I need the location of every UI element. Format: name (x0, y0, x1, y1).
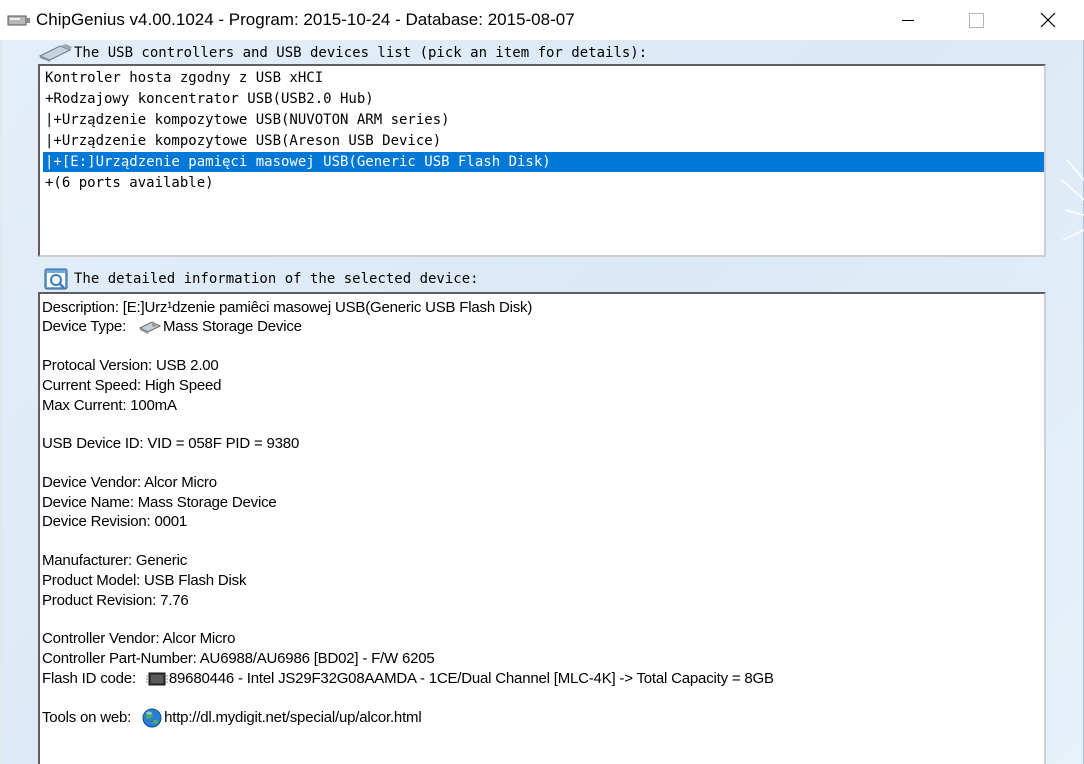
minimize-button[interactable] (885, 0, 931, 40)
controller-vendor-line: Controller Vendor: Alcor Micro (42, 630, 236, 647)
tools-on-web-line: Tools on web: http://dl.mydigit.net/spec… (42, 707, 422, 728)
list-item[interactable]: |+Urządzenie kompozytowe USB(NUVOTON ARM… (43, 110, 1044, 130)
device-type-value: Mass Storage Device (163, 318, 302, 335)
window-left-edge (0, 40, 2, 764)
list-item[interactable]: +Rodzajowy koncentrator USB(USB2.0 Hub) (43, 89, 1044, 109)
list-item[interactable]: +(6 ports available) (43, 173, 1044, 193)
description-line: Description: [E:]Urz¹dzenie pamiêci maso… (42, 299, 533, 316)
tools-link[interactable]: http://dl.mydigit.net/special/up/alcor.h… (164, 709, 422, 726)
close-button[interactable] (1025, 0, 1071, 40)
chip-icon (145, 672, 168, 686)
device-details[interactable]: Description: [E:]Urz¹dzenie pamiêci maso… (38, 292, 1046, 764)
mass-storage-icon (138, 321, 162, 335)
list-item-selected[interactable]: |+[E:]Urządzenie pamięci masowej USB(Gen… (43, 152, 1044, 172)
device-type-label: Device Type: (42, 318, 127, 335)
maximize-button[interactable] (955, 0, 1001, 40)
product-model-line: Product Model: USB Flash Disk (42, 572, 247, 589)
device-list[interactable]: Kontroler hosta zgodny z USB xHCI +Rodza… (38, 64, 1046, 257)
list-item[interactable]: Kontroler hosta zgodny z USB xHCI (43, 68, 1044, 88)
device-revision-line: Device Revision: 0001 (42, 513, 188, 530)
device-vendor-line: Device Vendor: Alcor Micro (42, 474, 217, 491)
window-title: ChipGenius v4.00.1024 - Program: 2015-10… (36, 10, 575, 29)
close-icon (1040, 12, 1056, 28)
protocol-version-line: Protocal Version: USB 2.00 (42, 357, 219, 374)
list-item[interactable]: |+Urządzenie kompozytowe USB(Areson USB … (43, 131, 1044, 151)
maximize-icon (969, 13, 984, 28)
minimize-icon (902, 20, 914, 21)
usb-device-id-line: USB Device ID: VID = 058F PID = 9380 (42, 435, 300, 452)
usb-drive-icon (7, 15, 30, 26)
info-search-icon (44, 268, 68, 290)
device-name-line: Device Name: Mass Storage Device (42, 494, 277, 511)
globe-icon (142, 708, 162, 728)
flash-id-value: 89680446 - Intel JS29F32G08AAMDA - 1CE/D… (168, 670, 774, 687)
detail-section-label: The detailed information of the selected… (74, 271, 479, 287)
flash-id-line: Flash ID code: 89680446 - Intel JS29F32G… (42, 669, 774, 688)
device-type-line: Device Type: Mass Storage Device (42, 317, 302, 336)
flash-id-label: Flash ID code: (42, 670, 136, 687)
title-bar[interactable]: ChipGenius v4.00.1024 - Program: 2015-10… (0, 0, 1084, 40)
usb-drive-icon (38, 44, 72, 62)
product-revision-line: Product Revision: 7.76 (42, 592, 189, 609)
controller-part-number-line: Controller Part-Number: AU6988/AU6986 [B… (42, 650, 435, 667)
manufacturer-line: Manufacturer: Generic (42, 552, 188, 569)
max-current-line: Max Current: 100mA (42, 397, 177, 414)
current-speed-line: Current Speed: High Speed (42, 377, 222, 394)
background-decoration (1061, 159, 1084, 241)
tools-label: Tools on web: (42, 708, 132, 726)
device-list-label: The USB controllers and USB devices list… (74, 45, 648, 61)
